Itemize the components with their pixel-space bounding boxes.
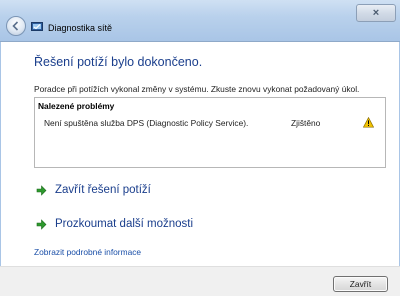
page-heading: Řešení potíží bylo dokončeno. [34, 55, 203, 69]
content-panel: Řešení potíží bylo dokončeno. Poradce př… [0, 42, 400, 266]
network-diagnostics-icon [31, 22, 43, 31]
window-close-button[interactable]: × [356, 4, 396, 22]
detailed-info-link[interactable]: Zobrazit podrobné informace [34, 247, 141, 257]
title-bar: Diagnostika sítě × [0, 0, 400, 42]
close-button[interactable]: Zavřít [333, 276, 388, 292]
close-troubleshooting-link[interactable]: Zavřít řešení potíží [36, 184, 151, 196]
footer-bar: Zavřít [0, 266, 400, 296]
green-arrow-icon [36, 184, 47, 196]
problems-list: Nalezené problémy Není spuštěna služba D… [34, 97, 386, 168]
problem-description: Není spuštěna služba DPS (Diagnostic Pol… [44, 118, 249, 128]
back-arrow-icon [12, 21, 19, 31]
warning-icon [363, 117, 374, 128]
green-arrow-icon [36, 218, 47, 230]
problems-header: Nalezené problémy [38, 101, 115, 111]
command-label: Zavřít řešení potíží [55, 184, 151, 196]
window-title: Diagnostika sítě [48, 23, 113, 33]
result-description: Poradce při potížích vykonal změny v sys… [34, 84, 360, 94]
close-icon: × [372, 7, 380, 19]
problem-status: Zjištěno [291, 118, 321, 128]
back-button[interactable] [6, 16, 26, 36]
problem-row[interactable]: Není spuštěna služba DPS (Diagnostic Pol… [35, 115, 385, 131]
command-label: Prozkoumat další možnosti [55, 218, 194, 230]
explore-options-link[interactable]: Prozkoumat další možnosti [36, 218, 193, 230]
